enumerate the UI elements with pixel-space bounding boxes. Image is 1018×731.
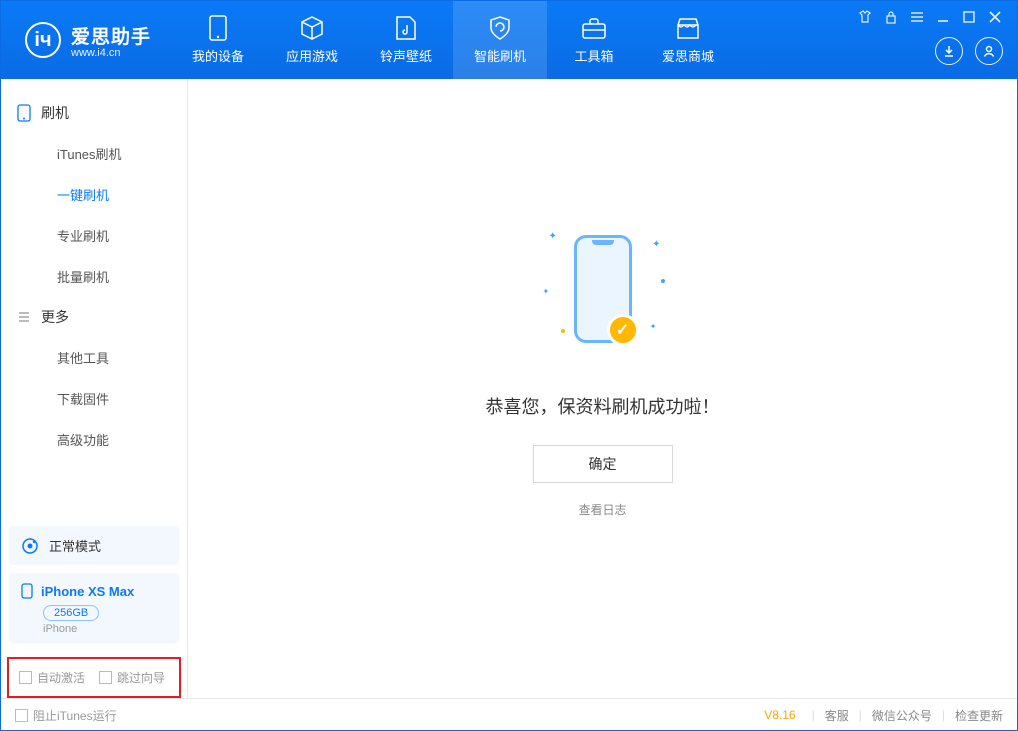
main-content: ✦ ✦ ✦ ✦ ✓ 恭喜您，保资料刷机成功啦！ 确定 查看日志	[188, 79, 1017, 698]
tab-label: 我的设备	[192, 46, 244, 65]
tab-label: 应用游戏	[286, 46, 338, 65]
separator: |	[859, 708, 862, 722]
separator: |	[942, 708, 945, 722]
toolbox-icon	[581, 15, 607, 41]
download-button[interactable]	[935, 37, 963, 65]
checkmark-badge-icon: ✓	[607, 314, 639, 346]
header-circle-buttons	[935, 37, 1003, 65]
sidebar-scroll: 刷机 iTunes刷机 一键刷机 专业刷机 批量刷机 更多 其他工具 下载固件 …	[1, 79, 187, 522]
checkbox-label: 自动激活	[37, 669, 85, 686]
status-bar: 阻止iTunes运行 V8.16 | 客服 | 微信公众号 | 检查更新	[1, 698, 1017, 731]
app-subtitle: www.i4.cn	[71, 47, 151, 59]
tab-label: 智能刷机	[474, 46, 526, 65]
checkbox-label: 阻止iTunes运行	[33, 707, 117, 724]
menu-icon[interactable]	[909, 9, 925, 25]
tab-label: 铃声壁纸	[380, 46, 432, 65]
sparkle-icon: ✦	[650, 322, 657, 331]
sidebar-item-advanced[interactable]: 高级功能	[1, 419, 187, 460]
success-message: 恭喜您，保资料刷机成功啦！	[486, 393, 720, 419]
minimize-icon[interactable]	[935, 9, 951, 25]
device-name-row: iPhone XS Max	[21, 583, 167, 599]
version-label: V8.16	[764, 708, 795, 722]
sidebar: 刷机 iTunes刷机 一键刷机 专业刷机 批量刷机 更多 其他工具 下载固件 …	[1, 79, 188, 698]
tab-toolbox[interactable]: 工具箱	[547, 1, 641, 79]
wechat-link[interactable]: 微信公众号	[872, 707, 932, 724]
app-header: iч 爱思助手 www.i4.cn 我的设备 应用游戏 铃声壁纸 智能刷机 工具…	[1, 1, 1017, 79]
sidebar-item-itunes-flash[interactable]: iTunes刷机	[1, 133, 187, 174]
device-panel[interactable]: iPhone XS Max 256GB iPhone	[9, 573, 179, 643]
logo-text: 爱思助手 www.i4.cn	[71, 22, 151, 59]
mode-icon	[21, 537, 39, 555]
logo-icon: iч	[25, 22, 61, 58]
tab-flash[interactable]: 智能刷机	[453, 1, 547, 79]
header-right	[857, 1, 1003, 79]
tab-my-device[interactable]: 我的设备	[171, 1, 265, 79]
window-controls	[857, 9, 1003, 25]
sparkle-icon: ✦	[549, 231, 557, 242]
sparkle-icon: ✦	[652, 239, 660, 250]
list-icon	[17, 310, 31, 324]
tab-label: 工具箱	[575, 46, 614, 65]
sidebar-group-flash: 刷机	[1, 93, 187, 133]
sidebar-item-batch-flash[interactable]: 批量刷机	[1, 256, 187, 297]
device-type: iPhone	[43, 623, 167, 635]
tab-ringtones[interactable]: 铃声壁纸	[359, 1, 453, 79]
success-panel: ✦ ✦ ✦ ✦ ✓ 恭喜您，保资料刷机成功啦！ 确定 查看日志	[486, 219, 720, 518]
separator: |	[812, 708, 815, 722]
sidebar-group-more: 更多	[1, 297, 187, 337]
checkbox-label: 跳过向导	[117, 669, 165, 686]
checkbox-icon	[99, 671, 112, 684]
tshirt-icon[interactable]	[857, 9, 873, 25]
top-tabs: 我的设备 应用游戏 铃声壁纸 智能刷机 工具箱 爱思商城	[171, 1, 735, 79]
sidebar-item-download-firmware[interactable]: 下载固件	[1, 378, 187, 419]
phone-icon	[17, 104, 31, 122]
device-mode-panel[interactable]: 正常模式	[9, 526, 179, 565]
device-name: iPhone XS Max	[41, 584, 134, 599]
dot-icon	[661, 279, 665, 283]
checkbox-icon	[15, 709, 28, 722]
sidebar-item-oneclick-flash[interactable]: 一键刷机	[1, 174, 187, 215]
tab-store[interactable]: 爱思商城	[641, 1, 735, 79]
confirm-button[interactable]: 确定	[533, 445, 673, 483]
close-icon[interactable]	[987, 9, 1003, 25]
view-log-link[interactable]: 查看日志	[578, 501, 626, 518]
sidebar-item-other-tools[interactable]: 其他工具	[1, 337, 187, 378]
group-title: 更多	[41, 307, 69, 327]
footer-left: 阻止iTunes运行	[15, 707, 117, 724]
logo-area: iч 爱思助手 www.i4.cn	[1, 22, 171, 59]
tab-label: 爱思商城	[662, 46, 714, 65]
checkbox-auto-activate[interactable]: 自动激活	[19, 669, 85, 686]
check-update-link[interactable]: 检查更新	[955, 707, 1003, 724]
phone-icon: ✓	[574, 235, 632, 343]
success-illustration: ✦ ✦ ✦ ✦ ✓	[513, 219, 693, 359]
tab-apps[interactable]: 应用游戏	[265, 1, 359, 79]
phone-notch	[592, 240, 614, 245]
lock-icon[interactable]	[883, 9, 899, 25]
phone-small-icon	[21, 583, 33, 599]
app-title: 爱思助手	[71, 22, 151, 49]
user-button[interactable]	[975, 37, 1003, 65]
support-link[interactable]: 客服	[825, 707, 849, 724]
store-icon	[675, 15, 701, 41]
music-file-icon	[393, 15, 419, 41]
checkbox-skip-guide[interactable]: 跳过向导	[99, 669, 165, 686]
sidebar-item-pro-flash[interactable]: 专业刷机	[1, 215, 187, 256]
group-title: 刷机	[41, 103, 69, 123]
device-icon	[205, 15, 231, 41]
checkbox-block-itunes[interactable]: 阻止iTunes运行	[15, 707, 117, 724]
body-area: 刷机 iTunes刷机 一键刷机 专业刷机 批量刷机 更多 其他工具 下载固件 …	[1, 79, 1017, 698]
footer-right: V8.16 | 客服 | 微信公众号 | 检查更新	[764, 707, 1003, 724]
device-capacity: 256GB	[43, 605, 99, 621]
bottom-options-highlight: 自动激活 跳过向导	[7, 657, 181, 698]
checkbox-icon	[19, 671, 32, 684]
dot-icon	[561, 329, 565, 333]
sparkle-icon: ✦	[543, 287, 550, 296]
maximize-icon[interactable]	[961, 9, 977, 25]
cube-icon	[299, 15, 325, 41]
mode-label: 正常模式	[49, 536, 101, 555]
refresh-shield-icon	[487, 15, 513, 41]
